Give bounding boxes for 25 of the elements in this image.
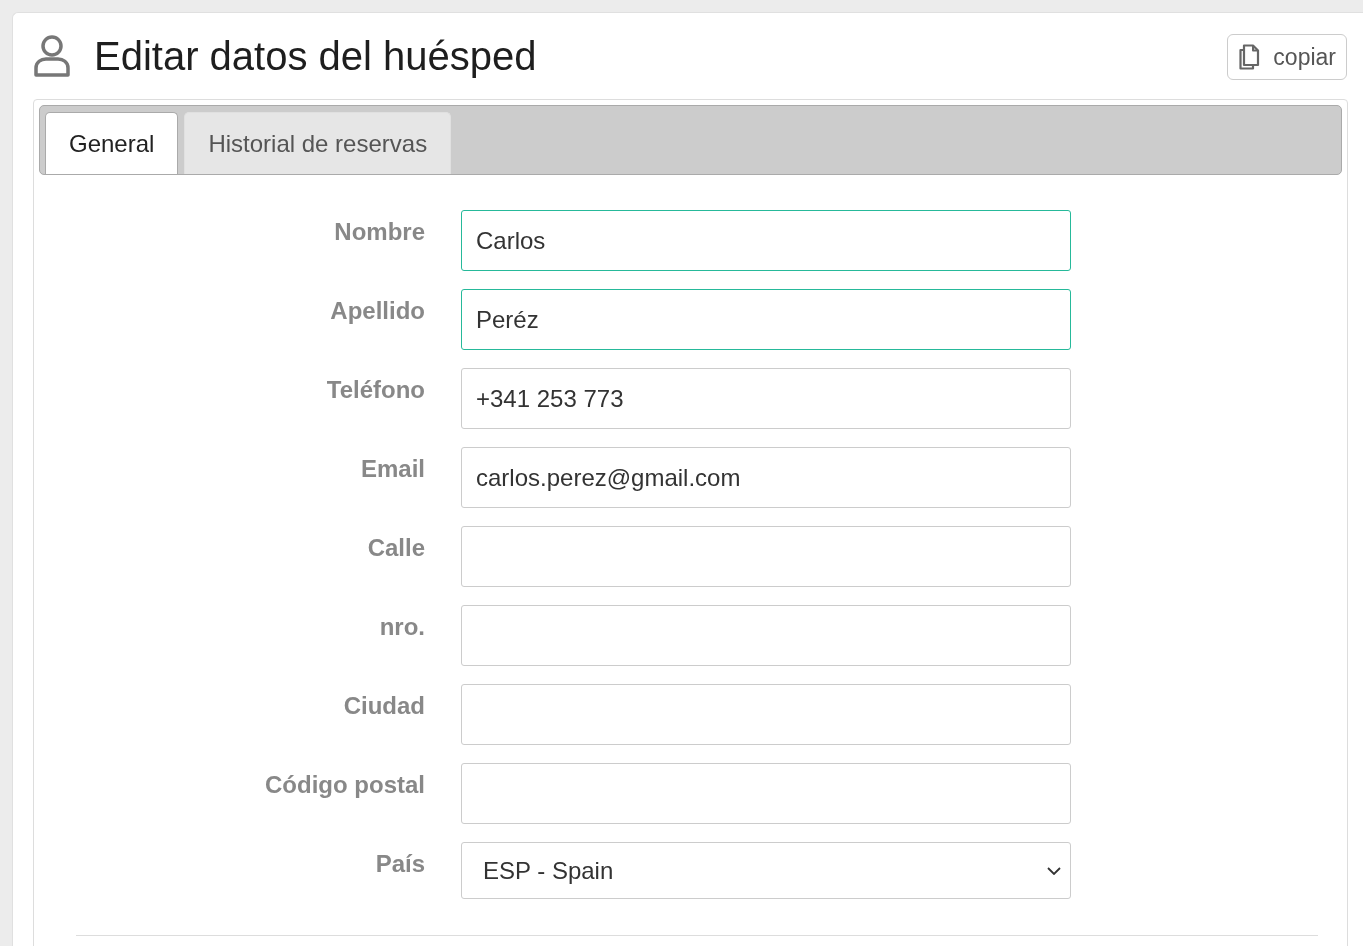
chevron-down-icon (1047, 866, 1061, 875)
select-field[interactable]: ESP - Spain (461, 842, 1071, 899)
field-label: nro. (379, 612, 425, 641)
field-label: Apellido (330, 296, 425, 325)
text-field[interactable] (461, 684, 1071, 745)
text-field[interactable]: carlos.perez@gmail.com (461, 447, 1071, 508)
copy-button[interactable]: copiar (1227, 34, 1347, 80)
user-icon (33, 35, 71, 77)
text-field[interactable] (461, 605, 1071, 666)
field-label: Ciudad (343, 691, 425, 720)
text-field[interactable]: Peréz (461, 289, 1071, 350)
text-field[interactable]: Carlos (461, 210, 1071, 271)
tab[interactable]: Historial de reservas (184, 112, 452, 174)
field-label: País (375, 849, 425, 878)
field-label: Teléfono (326, 375, 425, 404)
text-field[interactable]: +341 253 773 (461, 368, 1071, 429)
field-label: Nombre (334, 217, 425, 246)
field-label: Calle (367, 533, 425, 562)
field-label: Email (360, 454, 425, 483)
field-label: Código postal (265, 770, 425, 799)
tab[interactable]: General (45, 112, 179, 174)
text-field[interactable] (461, 526, 1071, 587)
text-field[interactable] (461, 763, 1071, 824)
copy-icon (1238, 44, 1261, 70)
page-title: Editar datos del huésped (94, 33, 537, 79)
